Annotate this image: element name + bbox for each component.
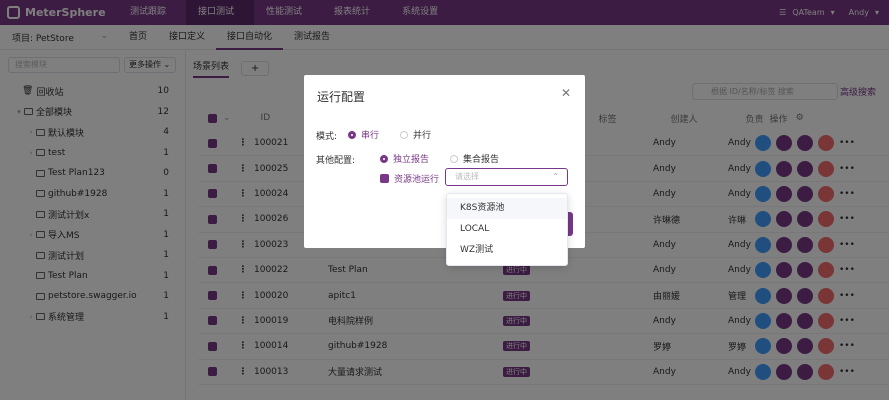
dropdown-option[interactable]: LOCAL: [447, 219, 567, 240]
close-icon[interactable]: ✕: [561, 86, 571, 100]
dropdown-option[interactable]: K8S资源池: [447, 198, 567, 219]
radio-parallel-label: 并行: [413, 131, 432, 141]
radio-unchecked-icon: [450, 154, 458, 163]
checkbox-checked-icon: [380, 174, 389, 183]
radio-independent-report[interactable]: 独立报告: [380, 152, 429, 165]
radio-combined-report[interactable]: 集合报告: [450, 152, 499, 165]
select-placeholder: 请选择: [455, 172, 479, 181]
radio-combined-label: 集合报告: [463, 155, 500, 165]
radio-serial-label: 串行: [361, 131, 380, 141]
radio-parallel[interactable]: 并行: [400, 128, 431, 141]
resource-pool-dropdown: K8S资源池 LOCAL WZ测试: [446, 193, 568, 266]
radio-checked-icon: [380, 154, 388, 163]
dropdown-option[interactable]: WZ测试: [447, 240, 567, 261]
radio-unchecked-icon: [400, 130, 408, 139]
resource-pool-select[interactable]: 请选择 ⌃: [445, 168, 568, 186]
radio-independent-label: 独立报告: [393, 155, 430, 165]
radio-serial[interactable]: 串行: [348, 128, 379, 141]
resource-pool-label: 资源池运行: [394, 175, 440, 185]
chevron-up-icon: ⌃: [552, 172, 559, 181]
mode-label: 模式:: [316, 132, 338, 142]
dialog-title: 运行配置: [317, 90, 366, 104]
resource-pool-checkbox[interactable]: 资源池运行: [380, 172, 439, 185]
other-config-label: 其他配置:: [316, 156, 356, 166]
radio-checked-icon: [348, 130, 356, 139]
